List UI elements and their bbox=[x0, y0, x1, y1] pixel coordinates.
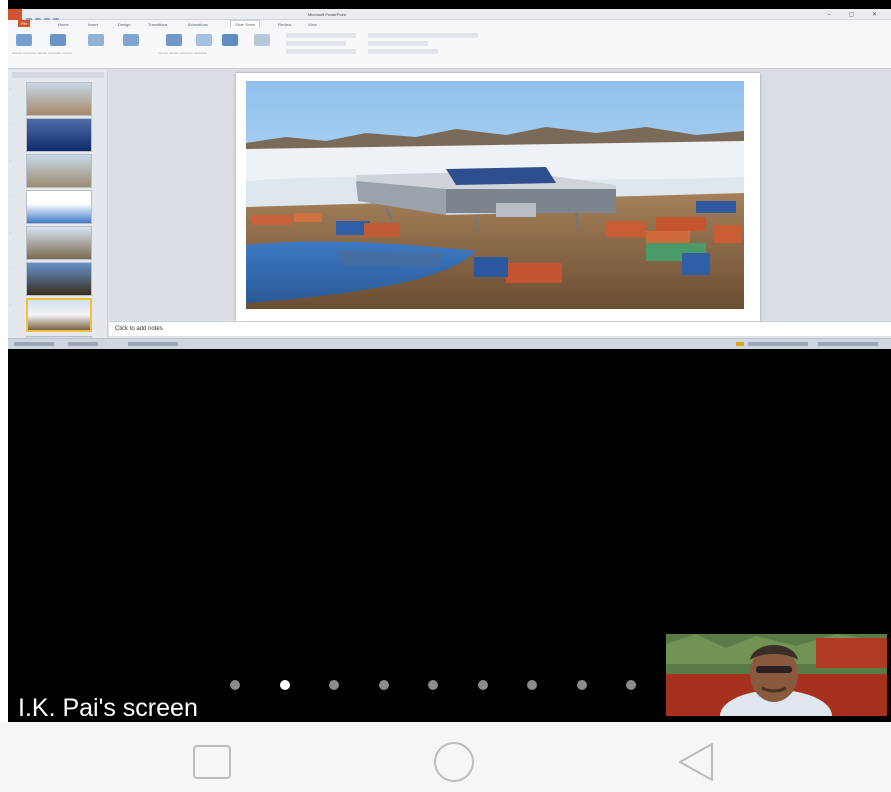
tab-file: File bbox=[18, 20, 31, 27]
window-controls: – ▢ ✕ bbox=[827, 12, 885, 18]
slide-number: · bbox=[10, 122, 12, 127]
slide-editor bbox=[109, 70, 891, 323]
tab-home: Home bbox=[58, 22, 69, 27]
back-button[interactable] bbox=[676, 742, 716, 782]
presenter-screen-label: I.K. Pai's screen bbox=[18, 694, 198, 722]
tab-design: Design bbox=[118, 22, 131, 27]
slide-thumbnail bbox=[26, 226, 92, 260]
ribbon-tabs: File Home Insert Design Transitions Anim… bbox=[8, 20, 891, 29]
current-slide bbox=[236, 73, 760, 323]
screen: Microsoft PowerPoint – ▢ ✕ File Home Ins… bbox=[0, 0, 891, 792]
checkbox-row bbox=[368, 41, 428, 46]
page-dot[interactable] bbox=[279, 680, 290, 690]
slide-thumbnail bbox=[26, 82, 92, 116]
record-icon bbox=[254, 34, 270, 46]
page-dot[interactable] bbox=[329, 680, 339, 690]
android-navigation-bar bbox=[0, 722, 891, 792]
tab-insert: Insert bbox=[88, 22, 99, 27]
title-bar: Microsoft PowerPoint – ▢ ✕ bbox=[8, 9, 891, 24]
page-dot[interactable] bbox=[477, 680, 488, 690]
tab-slide-show: Slide Show bbox=[230, 20, 261, 28]
slide-thumbnail-selected bbox=[26, 298, 92, 332]
antarctic-station-photo bbox=[246, 81, 744, 309]
page-dot[interactable] bbox=[230, 680, 240, 690]
notes-placeholder: Click to add notes bbox=[115, 326, 163, 332]
slide-number: · bbox=[10, 158, 12, 163]
slide-thumbnail bbox=[26, 262, 92, 296]
from-current-slide-icon bbox=[50, 34, 66, 46]
document-title: Microsoft PowerPoint bbox=[308, 12, 346, 17]
triangle-back-icon bbox=[679, 743, 713, 781]
circle-icon bbox=[434, 742, 474, 782]
slide-thumbnail bbox=[26, 190, 92, 224]
tab-review: Review bbox=[278, 22, 292, 27]
tab-animations: Animations bbox=[188, 22, 208, 27]
square-icon bbox=[193, 745, 231, 779]
page-indicator bbox=[230, 680, 690, 690]
rehearse-icon bbox=[222, 34, 238, 46]
slide-number: · bbox=[10, 266, 12, 271]
page-dot[interactable] bbox=[428, 680, 438, 690]
ribbon: ▭▭▭ ▭▭▭▭ ▭▭▭ ▭▭▭▭ ▭▭▭ ▭▭▭ ▭▭▭ ▭▭▭▭ ▭▭▭▭ bbox=[8, 29, 891, 69]
recents-button[interactable] bbox=[192, 742, 232, 782]
shared-powerpoint-window: Microsoft PowerPoint – ▢ ✕ File Home Ins… bbox=[8, 9, 891, 349]
tab-view: View bbox=[308, 22, 317, 27]
page-dot[interactable] bbox=[527, 680, 537, 690]
notes-pane[interactable]: Click to add notes bbox=[109, 321, 891, 336]
status-bar bbox=[8, 338, 891, 349]
slide-number: · bbox=[10, 302, 12, 307]
page-dot[interactable] bbox=[626, 680, 636, 690]
checkbox-row bbox=[286, 41, 346, 46]
app-icon bbox=[8, 9, 22, 20]
page-dot[interactable] bbox=[378, 680, 389, 690]
checkbox-row bbox=[286, 49, 356, 54]
hide-slide-icon bbox=[196, 34, 212, 46]
status-strip bbox=[8, 0, 891, 9]
monitor-dropdown bbox=[368, 33, 478, 38]
slide-thumbnails-pane: · · · · · · · bbox=[8, 70, 108, 349]
home-button[interactable] bbox=[430, 742, 478, 782]
slide-number: · bbox=[10, 230, 12, 235]
setup-icon bbox=[166, 34, 182, 46]
ribbon-label: ▭▭▭ ▭▭▭▭ ▭▭▭ ▭▭▭▭ ▭▭▭ bbox=[12, 51, 73, 55]
ribbon-label: ▭▭▭ ▭▭▭ ▭▭▭▭ ▭▭▭▭ bbox=[158, 51, 208, 55]
slide-thumbnail bbox=[26, 154, 92, 188]
screen-share-area[interactable]: I.K. Pai's screen bbox=[8, 349, 891, 722]
participant-video-tile[interactable] bbox=[666, 634, 887, 716]
checkbox-row bbox=[286, 33, 356, 38]
broadcast-icon bbox=[88, 34, 104, 46]
custom-show-icon bbox=[123, 34, 139, 46]
thumbnail-pane-tabs bbox=[12, 72, 104, 78]
page-dot[interactable] bbox=[576, 680, 587, 690]
slide-thumbnail bbox=[26, 118, 92, 152]
quick-access-toolbar bbox=[26, 11, 76, 24]
slide-number: · bbox=[10, 194, 12, 199]
tab-transitions: Transitions bbox=[148, 22, 168, 27]
from-beginning-icon bbox=[16, 34, 32, 46]
checkbox-row bbox=[368, 49, 438, 54]
slide-number: · bbox=[10, 86, 12, 91]
